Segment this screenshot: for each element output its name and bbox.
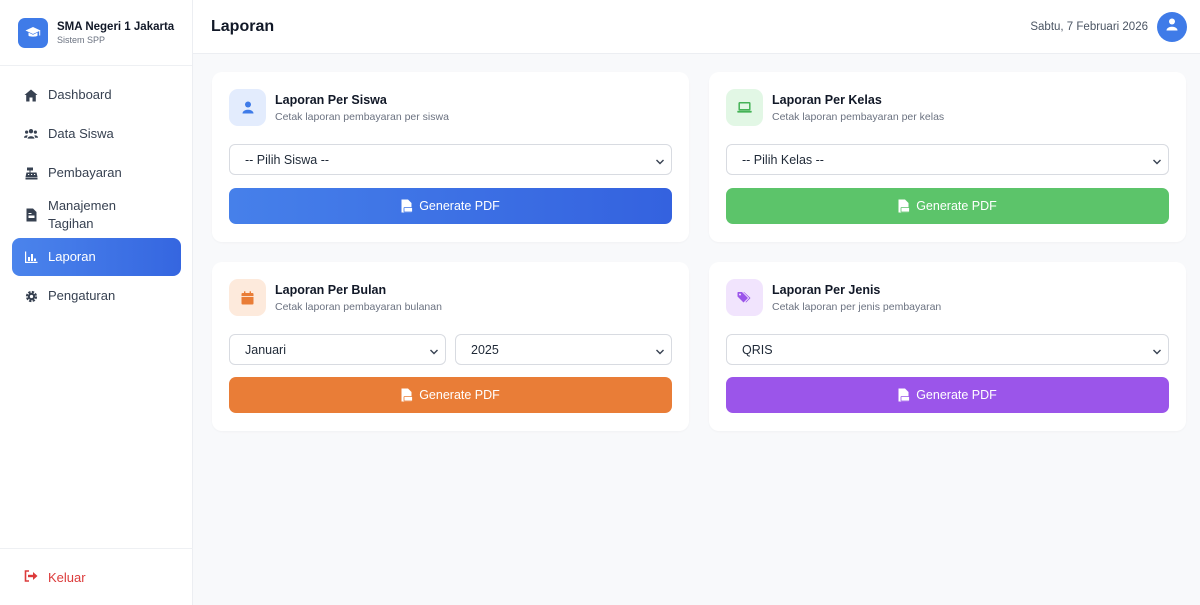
home-icon (24, 88, 38, 102)
chevron-down-icon (1152, 155, 1162, 169)
sidebar-item-pengaturan[interactable]: Pengaturan (12, 277, 181, 315)
button-label: Generate PDF (916, 199, 997, 213)
avatar[interactable] (1157, 11, 1187, 42)
chart-icon (24, 250, 38, 264)
file-pdf-icon (898, 388, 911, 402)
generate-pdf-kelas-button[interactable]: Generate PDF (726, 188, 1169, 224)
siswa-select[interactable]: -- Pilih Siswa -- (229, 144, 672, 175)
card-description: Cetak laporan per jenis pembayaran (772, 300, 942, 313)
brand-name: SMA Negeri 1 Jakarta (57, 20, 175, 33)
users-icon (24, 127, 38, 141)
user-icon (229, 89, 266, 126)
sidebar: SMA Negeri 1 Jakarta Sistem SPP Dashboar… (0, 0, 193, 605)
sidebar-item-dashboard[interactable]: Dashboard (12, 76, 181, 114)
brand: SMA Negeri 1 Jakarta Sistem SPP (0, 0, 192, 66)
cash-register-icon (24, 166, 38, 180)
generate-pdf-siswa-button[interactable]: Generate PDF (229, 188, 672, 224)
select-value: Januari (245, 342, 286, 357)
sidebar-item-pembayaran[interactable]: Pembayaran (12, 154, 181, 192)
file-pdf-icon (898, 199, 911, 213)
chevron-down-icon (655, 345, 665, 359)
card-title: Laporan Per Bulan (275, 282, 387, 297)
sidebar-item-label: Manajemen Tagihan (48, 198, 116, 231)
gear-icon (24, 289, 38, 303)
sidebar-item-label: Pembayaran (48, 165, 122, 180)
tags-icon (726, 279, 763, 316)
user-icon (1166, 18, 1178, 36)
top-header: Laporan Sabtu, 7 Februari 2026 (193, 0, 1200, 54)
card-description: Cetak laporan pembayaran bulanan (275, 300, 442, 313)
select-value: 2025 (471, 342, 499, 357)
button-label: Generate PDF (419, 199, 500, 213)
year-select[interactable]: 2025 (455, 334, 672, 365)
file-pdf-icon (401, 388, 414, 402)
chevron-down-icon (1152, 345, 1162, 359)
page-title: Laporan (211, 17, 275, 35)
logout-label: Keluar (48, 569, 86, 585)
chevron-down-icon (655, 155, 665, 169)
card-laporan-per-siswa: Laporan Per Siswa Cetak laporan pembayar… (212, 72, 689, 242)
card-description: Cetak laporan pembayaran per kelas (772, 110, 945, 123)
card-laporan-per-kelas: Laporan Per Kelas Cetak laporan pembayar… (709, 72, 1186, 242)
sidebar-item-label: Laporan (48, 249, 96, 264)
card-title: Laporan Per Jenis (772, 282, 881, 297)
select-value: -- Pilih Siswa -- (245, 152, 330, 167)
calendar-icon (229, 279, 266, 316)
chevron-down-icon (429, 345, 439, 359)
sidebar-item-laporan[interactable]: Laporan (12, 238, 181, 276)
sidebar-item-label: Data Siswa (48, 126, 114, 141)
sidebar-footer: Keluar (0, 548, 193, 605)
jenis-select[interactable]: QRIS (726, 334, 1169, 365)
button-label: Generate PDF (419, 388, 500, 402)
card-description: Cetak laporan pembayaran per siswa (275, 110, 449, 123)
sidebar-nav: Dashboard Data Siswa Pembayaran Manajeme… (12, 76, 181, 316)
card-title: Laporan Per Siswa (275, 92, 387, 107)
sidebar-item-manajemen-tagihan[interactable]: Manajemen Tagihan (12, 193, 181, 237)
generate-pdf-jenis-button[interactable]: Generate PDF (726, 377, 1169, 413)
file-invoice-icon (24, 208, 38, 222)
card-title: Laporan Per Kelas (772, 92, 882, 107)
select-value: -- Pilih Kelas -- (742, 152, 824, 167)
sidebar-item-data-siswa[interactable]: Data Siswa (12, 115, 181, 153)
brand-subtitle: Sistem SPP (57, 34, 106, 45)
file-pdf-icon (401, 199, 414, 213)
current-date: Sabtu, 7 Februari 2026 (1030, 20, 1148, 33)
logout-button[interactable]: Keluar (24, 570, 86, 585)
kelas-select[interactable]: -- Pilih Kelas -- (726, 144, 1169, 175)
sidebar-item-label: Pengaturan (48, 288, 116, 303)
graduation-cap-icon (18, 17, 48, 48)
sidebar-item-label: Dashboard (48, 87, 112, 102)
sign-out-icon (24, 569, 38, 585)
select-value: QRIS (742, 342, 773, 357)
generate-pdf-bulan-button[interactable]: Generate PDF (229, 377, 672, 413)
month-select[interactable]: Januari (229, 334, 446, 365)
card-laporan-per-bulan: Laporan Per Bulan Cetak laporan pembayar… (212, 262, 689, 431)
laptop-icon (726, 89, 763, 126)
button-label: Generate PDF (916, 388, 997, 402)
card-laporan-per-jenis: Laporan Per Jenis Cetak laporan per jeni… (709, 262, 1186, 431)
